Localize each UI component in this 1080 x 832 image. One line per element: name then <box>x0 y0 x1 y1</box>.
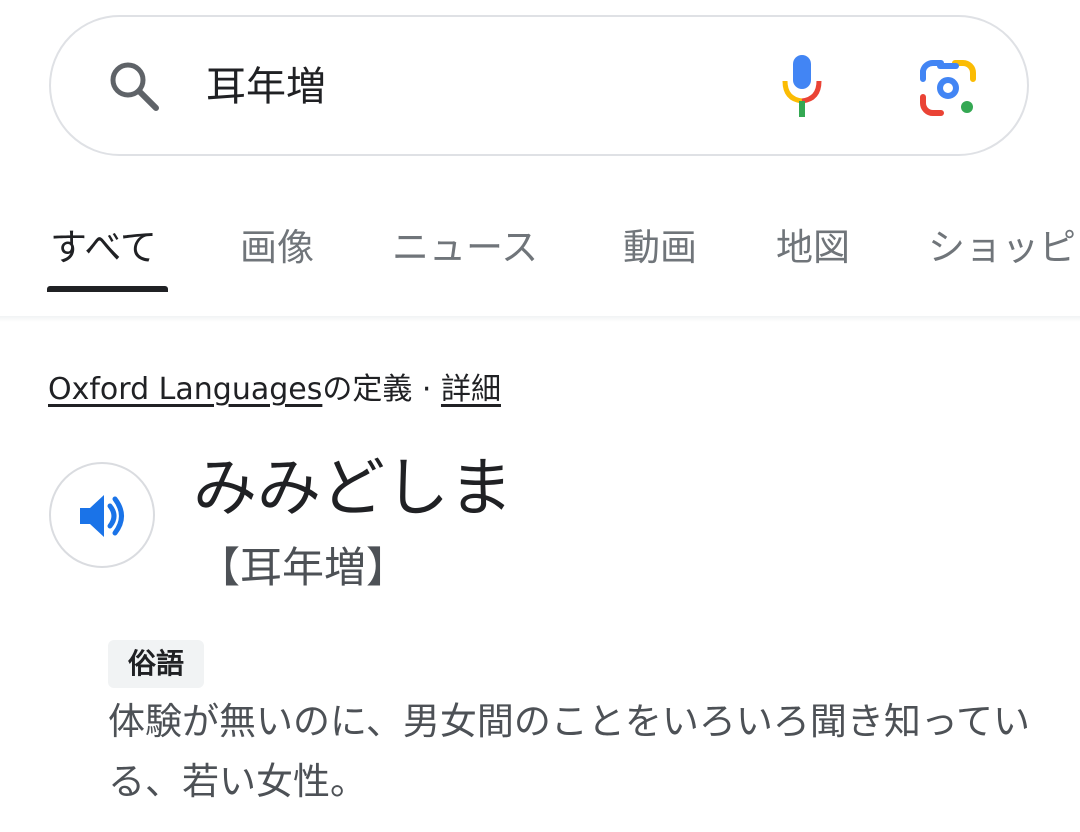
oxford-languages-link[interactable]: Oxford Languages <box>48 372 322 407</box>
tab-all[interactable]: すべて <box>50 215 157 281</box>
source-suffix: の定義 <box>322 372 413 407</box>
usage-label-badge: 俗語 <box>108 640 205 688</box>
search-bar[interactable]: 耳年増 <box>49 15 1029 156</box>
pronunciation-audio-button[interactable] <box>49 462 155 568</box>
dictionary-source: Oxford Languagesの定義 · 詳細 <box>48 368 501 412</box>
tabs-divider <box>0 316 1080 322</box>
microphone-icon[interactable] <box>779 53 829 121</box>
source-separator: · <box>412 372 441 407</box>
tab-images[interactable]: 画像 <box>240 215 314 281</box>
definition-text: 体験が無いのに、男女間のことをいろいろ聞き知っている、若い女性。 <box>108 700 1031 803</box>
tab-videos[interactable]: 動画 <box>623 215 697 281</box>
google-lens-icon[interactable] <box>917 57 979 119</box>
search-input[interactable]: 耳年増 <box>206 59 326 115</box>
tab-shopping[interactable]: ショッピ <box>928 215 1076 281</box>
kanji-form: 【耳年増】 <box>198 543 409 592</box>
search-icon[interactable] <box>106 58 162 114</box>
tab-maps[interactable]: 地図 <box>776 215 850 281</box>
tab-news[interactable]: ニュース <box>392 215 538 281</box>
active-tab-indicator <box>47 286 168 292</box>
search-tabs: すべて 画像 ニュース 動画 地図 ショッピ <box>0 215 1080 295</box>
speaker-icon <box>80 495 124 537</box>
headword: みみどしま <box>193 452 513 526</box>
details-link[interactable]: 詳細 <box>441 372 501 407</box>
